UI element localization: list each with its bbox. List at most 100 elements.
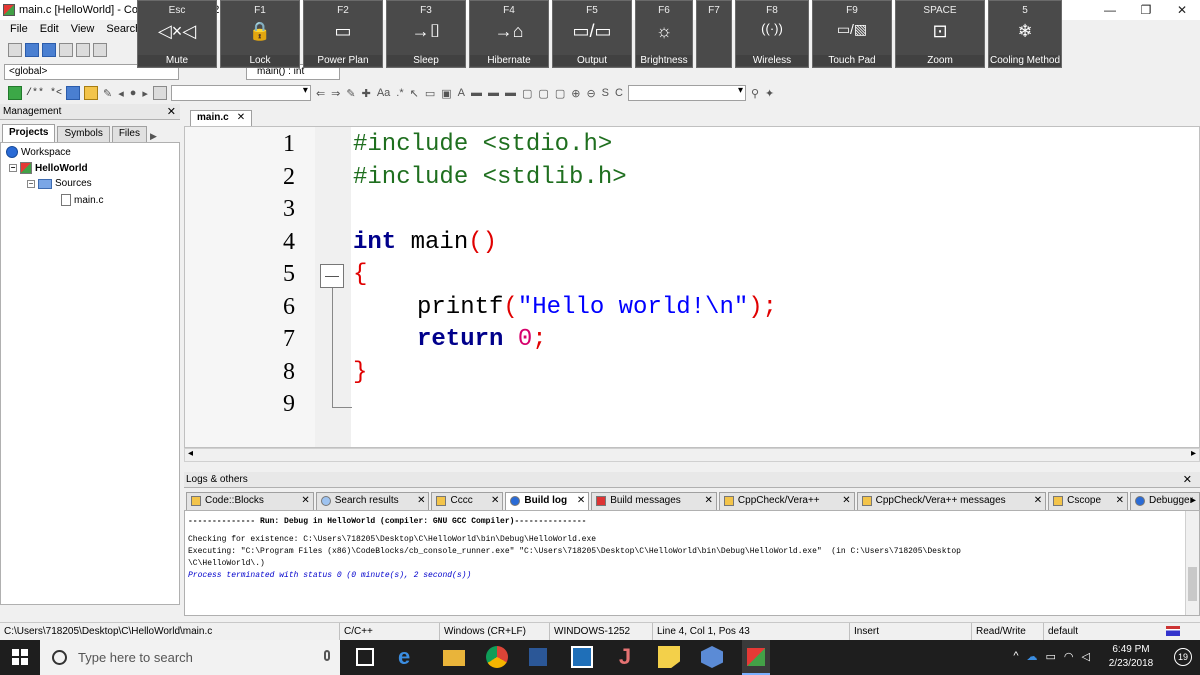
log-tab-close-icon[interactable]: ✕ <box>842 493 850 509</box>
s-icon[interactable]: S <box>601 87 610 99</box>
redo-icon[interactable] <box>93 43 107 57</box>
log-tab-cppcheck[interactable]: CppCheck/Vera++ ✕ <box>718 492 855 510</box>
editor-tab-close-icon[interactable]: ✕ <box>237 111 245 126</box>
symbol-combo[interactable] <box>627 85 746 101</box>
menu-file[interactable]: File <box>4 23 34 35</box>
open-file-icon[interactable] <box>25 43 39 57</box>
log-tab-build-log[interactable]: Build log ✕ <box>505 492 590 510</box>
volume-icon[interactable]: ◁ <box>1082 650 1090 663</box>
menu-edit[interactable]: Edit <box>34 23 65 35</box>
editor-horizontal-scrollbar[interactable]: ◂ ▸ <box>184 448 1200 462</box>
windows-start-icon[interactable] <box>12 649 28 665</box>
bookmark-icon[interactable]: ● <box>129 87 138 99</box>
log-tab-debugger[interactable]: Debugger ▸ <box>1130 492 1200 510</box>
sticky-notes-icon[interactable] <box>658 646 680 668</box>
highlight-icon[interactable]: ✎ <box>345 87 356 100</box>
codeblocks-taskbar-button[interactable] <box>742 640 770 675</box>
help-icon[interactable] <box>84 86 99 100</box>
frame-icon-1[interactable]: ▢ <box>521 87 533 100</box>
aa-icon[interactable]: Aa <box>376 87 391 99</box>
log-tab-close-icon[interactable]: ✕ <box>417 493 425 509</box>
3d-app-icon[interactable] <box>701 646 723 668</box>
fkey-5[interactable]: 5 ❄ Cooling Method <box>988 0 1062 68</box>
nav-back-icon[interactable]: ◂ <box>117 87 125 100</box>
microphone-icon[interactable] <box>324 650 330 661</box>
frame-icon-2[interactable]: ▢ <box>537 87 549 100</box>
fkey-f2[interactable]: F2 ▭ Power Plan <box>303 0 383 68</box>
fkey-f8[interactable]: F8 ((·)) Wireless <box>735 0 809 68</box>
logs-close-icon[interactable]: ✕ <box>1183 472 1192 488</box>
zoom-out-icon[interactable]: ⊖ <box>585 87 596 100</box>
editor-tab-main-c[interactable]: main.c ✕ <box>190 110 253 126</box>
fkey-f4[interactable]: F4 →⌂ Hibernate <box>469 0 549 68</box>
nav-forward-icon[interactable]: ▸ <box>141 87 149 100</box>
fkey-f7[interactable]: F7 <box>696 0 732 68</box>
tree-workspace[interactable]: Workspace <box>6 146 71 158</box>
file-explorer-icon[interactable] <box>443 650 465 666</box>
fkey-f3[interactable]: F3 →⌷ Sleep <box>386 0 466 68</box>
taskbar-search[interactable]: Type here to search <box>40 640 340 675</box>
fkey-f6[interactable]: F6 ☼ Brightness <box>635 0 693 68</box>
log-tab-build-messages[interactable]: Build messages ✕ <box>591 492 717 510</box>
build-log-output[interactable]: -------------- Run: Debug in HelloWorld … <box>184 510 1200 616</box>
rect-icon[interactable]: ▭ <box>424 87 436 100</box>
arrow-left-icon[interactable]: ⇐ <box>315 87 326 100</box>
cursor-icon[interactable]: ↖ <box>409 87 420 100</box>
fkey-f9[interactable]: F9 ▭/▧ Touch Pad <box>812 0 892 68</box>
find-people-icon[interactable]: ⚲ <box>750 87 760 100</box>
app-icon-blue[interactable] <box>571 646 593 668</box>
fold-toggle-icon[interactable] <box>320 264 344 288</box>
scroll-right-icon[interactable]: ▸ <box>1191 448 1196 459</box>
log-tab-close-icon[interactable]: ✕ <box>491 493 499 509</box>
minimize-button[interactable]: — <box>1092 0 1128 20</box>
edge-icon[interactable]: e <box>398 646 420 668</box>
regex-icon[interactable]: .* <box>395 87 404 99</box>
log-tab-close-icon[interactable]: ✕ <box>301 493 309 509</box>
collapse-icon[interactable]: − <box>27 179 35 188</box>
tab-projects[interactable]: Projects <box>2 124 56 142</box>
chrome-icon[interactable] <box>486 646 508 668</box>
jump-icon[interactable] <box>8 86 22 100</box>
save-all-icon[interactable] <box>59 43 73 57</box>
text-icon[interactable]: A <box>457 87 466 99</box>
log-tab-codeblocks[interactable]: Code::Blocks ✕ <box>186 492 314 510</box>
notification-center-icon[interactable]: 19 <box>1174 648 1192 666</box>
settings-tool-icon[interactable]: ✦ <box>764 87 775 100</box>
log-vertical-scrollbar[interactable] <box>1185 511 1199 615</box>
log-tab-close-icon[interactable]: ✕ <box>705 493 713 509</box>
doxy-comment-label[interactable]: /** *< <box>26 88 62 99</box>
tab-scroll-arrow-icon[interactable]: ▶ <box>149 131 158 142</box>
menu-view[interactable]: View <box>65 23 101 35</box>
battery-tray-icon[interactable]: ▭ <box>1046 650 1056 663</box>
fkey-f1[interactable]: F1 🔒 Lock <box>220 0 300 68</box>
collapse-icon[interactable]: − <box>9 164 17 172</box>
save-icon[interactable] <box>42 43 56 57</box>
tree-file-main-c[interactable]: main.c <box>61 194 103 206</box>
block-icon-2[interactable]: ▬ <box>487 87 500 99</box>
new-file-icon[interactable] <box>8 43 22 57</box>
tab-symbols[interactable]: Symbols <box>57 126 110 142</box>
close-button[interactable]: ✕ <box>1164 0 1200 20</box>
scroll-thumb[interactable] <box>1188 567 1197 601</box>
onedrive-icon[interactable]: ☁ <box>1027 650 1038 663</box>
zoom-in-icon[interactable]: ⊕ <box>570 87 581 100</box>
code-completion-icon[interactable] <box>152 86 167 100</box>
taskbar-clock[interactable]: 6:49 PM 2/23/2018 <box>1096 643 1166 671</box>
tree-folder-sources[interactable]: − Sources <box>27 178 92 189</box>
wrench-icon[interactable]: ✎ <box>102 87 113 100</box>
tab-files[interactable]: Files <box>111 126 147 142</box>
image-icon[interactable]: ▣ <box>440 87 452 100</box>
wifi-tray-icon[interactable]: ◠ <box>1064 650 1074 663</box>
log-tab-close-icon[interactable]: ✕ <box>1116 493 1124 509</box>
tree-project[interactable]: − HelloWorld <box>9 162 88 174</box>
log-tab-cccc[interactable]: Cccc ✕ <box>431 492 504 510</box>
doxy-config-icon[interactable] <box>66 86 81 100</box>
log-tab-close-icon[interactable]: ✕ <box>577 493 585 509</box>
code-editor[interactable]: 1 2 3 4 5 6 7 8 9 #include <stdio.h> #in… <box>184 126 1200 448</box>
log-tab-close-icon[interactable]: ✕ <box>1034 493 1042 509</box>
task-view-icon[interactable] <box>356 648 374 666</box>
fkey-f5[interactable]: F5 ▭/▭ Output <box>552 0 632 68</box>
tray-overflow-icon[interactable]: ^ <box>1013 650 1018 663</box>
log-tab-search-results[interactable]: Search results ✕ <box>315 492 430 510</box>
search-combo[interactable] <box>170 85 311 101</box>
